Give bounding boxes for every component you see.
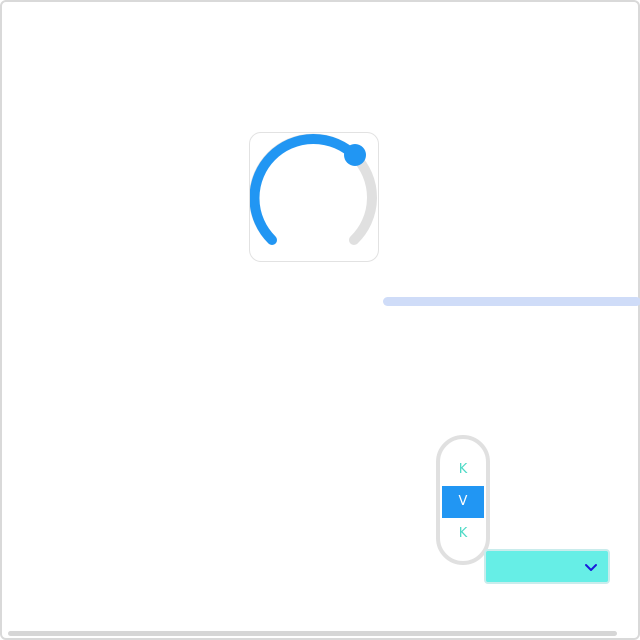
window-frame: K V K (0, 0, 640, 640)
horizontal-slider-track[interactable] (383, 297, 640, 306)
chevron-down-icon (585, 564, 597, 571)
knob-dial-icon (250, 133, 377, 245)
picker-item[interactable]: K (442, 454, 484, 486)
select-dropdown[interactable] (484, 549, 610, 584)
rotary-knob[interactable] (249, 132, 379, 262)
picker-item-selected[interactable]: V (442, 486, 484, 518)
vertical-picker[interactable]: K V K (436, 435, 490, 565)
knob-handle[interactable] (344, 144, 366, 166)
horizontal-scrollbar[interactable] (8, 631, 617, 636)
knob-fill (250, 133, 360, 245)
picker-item[interactable]: K (442, 518, 484, 550)
